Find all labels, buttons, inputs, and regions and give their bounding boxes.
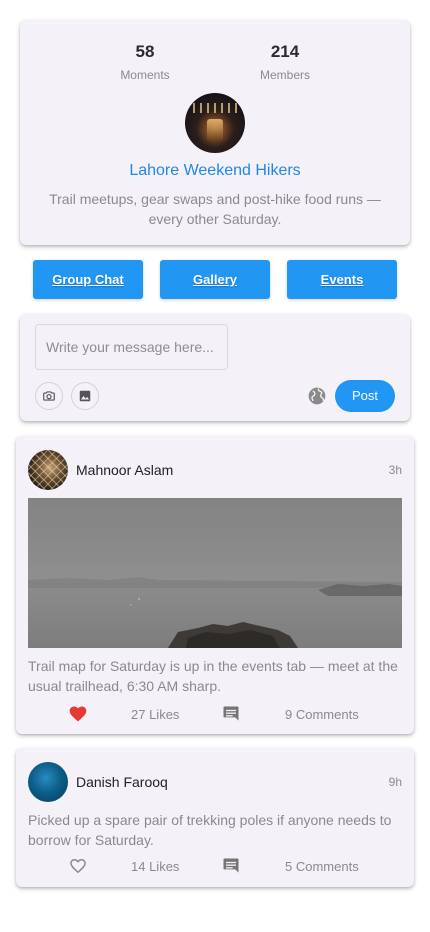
comment-icon[interactable] — [221, 704, 241, 724]
gallery-button[interactable]: Gallery — [160, 260, 270, 299]
members-count: 214 — [270, 42, 300, 61]
avatar[interactable] — [28, 762, 68, 802]
group-description: Trail meetups, gear swaps and post-hike … — [49, 191, 381, 227]
composer-card: Post — [20, 314, 410, 421]
heart-outline-icon[interactable] — [68, 856, 88, 876]
post-author[interactable]: Danish Farooq — [76, 774, 168, 790]
post-time: 3h — [388, 463, 402, 477]
globe-icon[interactable] — [307, 386, 327, 406]
moments-label: Moments — [120, 68, 170, 82]
events-button[interactable]: Events — [287, 260, 397, 299]
camera-button[interactable] — [35, 382, 63, 410]
heart-icon[interactable] — [68, 704, 88, 724]
comments-count[interactable]: 5 Comments — [285, 859, 359, 874]
post-time: 9h — [388, 775, 402, 789]
group-chat-button[interactable]: Group Chat — [33, 260, 143, 299]
group-avatar[interactable] — [185, 93, 245, 153]
image-icon — [79, 390, 91, 402]
post-button[interactable]: Post — [335, 380, 395, 412]
likes-count[interactable]: 27 Likes — [131, 707, 179, 722]
lake-fog-photo — [28, 498, 402, 648]
message-input[interactable] — [35, 324, 228, 370]
group-name: Lahore Weekend Hikers — [129, 162, 301, 179]
moments-stat[interactable]: 58 Moments — [85, 42, 205, 82]
post-card: Danish Farooq 9h Picked up a spare pair … — [16, 748, 414, 887]
comments-count[interactable]: 9 Comments — [285, 707, 359, 722]
post-text: Trail map for Saturday is up in the even… — [28, 658, 398, 694]
members-label: Members — [259, 68, 310, 82]
avatar[interactable] — [28, 450, 68, 490]
comment-icon[interactable] — [221, 856, 241, 876]
post-author[interactable]: Mahnoor Aslam — [76, 462, 173, 478]
post-image[interactable] — [28, 498, 402, 648]
members-stat[interactable]: 214 Members — [225, 42, 345, 82]
image-button[interactable] — [71, 382, 99, 410]
group-header-card: 58 Moments 214 Members Lahore Weekend Hi… — [20, 20, 410, 245]
post-card: Mahnoor Aslam 3h Trail map for Saturday … — [16, 436, 414, 734]
likes-count[interactable]: 14 Likes — [131, 859, 179, 874]
moments-count: 58 — [135, 42, 155, 61]
post-text: Picked up a spare pair of trekking poles… — [28, 812, 392, 848]
camera-icon — [43, 391, 55, 401]
